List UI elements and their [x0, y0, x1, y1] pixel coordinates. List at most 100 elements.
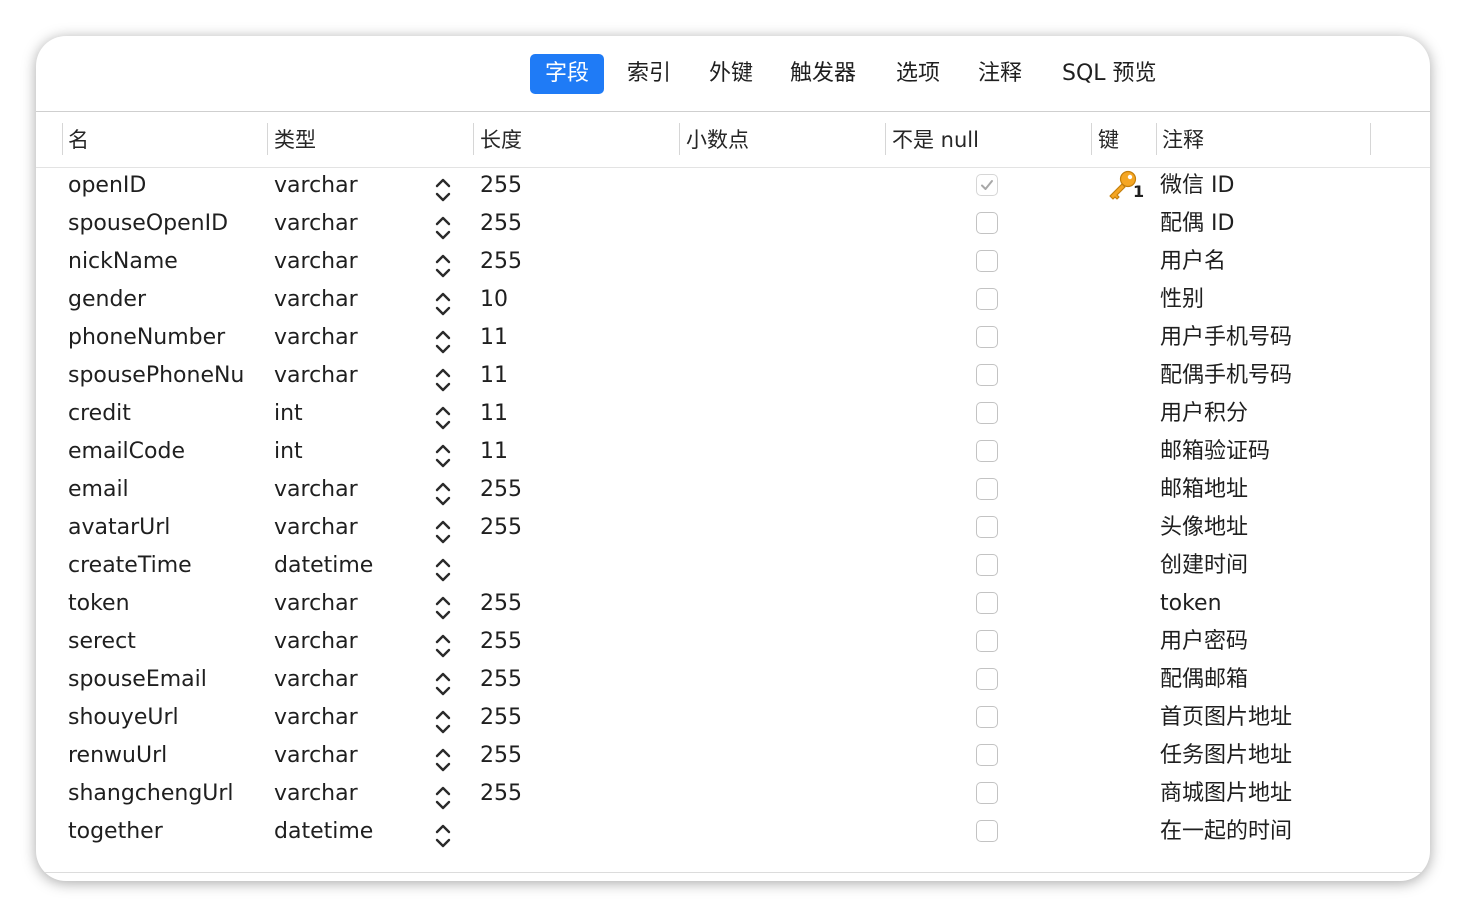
- type-select-chevron-icon[interactable]: [434, 291, 452, 317]
- column-header-key[interactable]: 键: [1098, 125, 1119, 155]
- field-type-cell[interactable]: varchar: [274, 471, 424, 509]
- field-length-cell[interactable]: 255: [480, 737, 660, 775]
- field-comment-cell[interactable]: 商城图片地址: [1160, 775, 1400, 813]
- table-row[interactable]: openID varchar 255 1 微信 ID: [36, 167, 1430, 205]
- not-null-checkbox[interactable]: [976, 820, 998, 842]
- table-row[interactable]: spousePhoneNu varchar 11 配偶手机号码: [36, 357, 1430, 395]
- field-comment-cell[interactable]: 邮箱地址: [1160, 471, 1400, 509]
- column-header-type[interactable]: 类型: [274, 125, 316, 155]
- field-length-cell[interactable]: 11: [480, 357, 660, 395]
- field-type-cell[interactable]: int: [274, 433, 424, 471]
- tab-indexes[interactable]: 索引: [612, 54, 686, 94]
- field-length-cell[interactable]: 255: [480, 661, 660, 699]
- field-comment-cell[interactable]: 邮箱验证码: [1160, 433, 1400, 471]
- field-length-cell[interactable]: 255: [480, 205, 660, 243]
- column-header-not-null[interactable]: 不是 null: [892, 125, 979, 155]
- field-name-cell[interactable]: spousePhoneNu: [68, 357, 268, 395]
- field-name-cell[interactable]: gender: [68, 281, 268, 319]
- field-comment-cell[interactable]: 用户密码: [1160, 623, 1400, 661]
- field-comment-cell[interactable]: 配偶 ID: [1160, 205, 1400, 243]
- tab-comment[interactable]: 注释: [963, 54, 1037, 94]
- field-type-cell[interactable]: varchar: [274, 623, 424, 661]
- tab-foreign-keys[interactable]: 外键: [694, 54, 768, 94]
- column-header-decimals[interactable]: 小数点: [686, 125, 749, 155]
- not-null-checkbox[interactable]: [976, 288, 998, 310]
- field-type-cell[interactable]: varchar: [274, 243, 424, 281]
- field-comment-cell[interactable]: 用户手机号码: [1160, 319, 1400, 357]
- field-type-cell[interactable]: varchar: [274, 737, 424, 775]
- field-name-cell[interactable]: spouseOpenID: [68, 205, 268, 243]
- field-type-cell[interactable]: varchar: [274, 319, 424, 357]
- field-type-cell[interactable]: varchar: [274, 585, 424, 623]
- column-header-comment[interactable]: 注释: [1162, 125, 1204, 155]
- field-comment-cell[interactable]: 头像地址: [1160, 509, 1400, 547]
- field-comment-cell[interactable]: 配偶手机号码: [1160, 357, 1400, 395]
- type-select-chevron-icon[interactable]: [434, 481, 452, 507]
- field-name-cell[interactable]: shouyeUrl: [68, 699, 268, 737]
- field-type-cell[interactable]: varchar: [274, 509, 424, 547]
- table-row[interactable]: together datetime 在一起的时间: [36, 813, 1430, 851]
- type-select-chevron-icon[interactable]: [434, 633, 452, 659]
- type-select-chevron-icon[interactable]: [434, 443, 452, 469]
- table-row[interactable]: token varchar 255 token: [36, 585, 1430, 623]
- not-null-checkbox[interactable]: [976, 402, 998, 424]
- type-select-chevron-icon[interactable]: [434, 823, 452, 849]
- table-row[interactable]: spouseEmail varchar 255 配偶邮箱: [36, 661, 1430, 699]
- field-name-cell[interactable]: avatarUrl: [68, 509, 268, 547]
- type-select-chevron-icon[interactable]: [434, 253, 452, 279]
- field-length-cell[interactable]: 255: [480, 585, 660, 623]
- table-row[interactable]: email varchar 255 邮箱地址: [36, 471, 1430, 509]
- table-row[interactable]: spouseOpenID varchar 255 配偶 ID: [36, 205, 1430, 243]
- field-name-cell[interactable]: token: [68, 585, 268, 623]
- not-null-checkbox[interactable]: [976, 364, 998, 386]
- type-select-chevron-icon[interactable]: [434, 519, 452, 545]
- tab-options[interactable]: 选项: [881, 54, 955, 94]
- field-comment-cell[interactable]: 配偶邮箱: [1160, 661, 1400, 699]
- table-row[interactable]: avatarUrl varchar 255 头像地址: [36, 509, 1430, 547]
- field-length-cell[interactable]: 255: [480, 775, 660, 813]
- field-comment-cell[interactable]: token: [1160, 585, 1400, 623]
- field-length-cell[interactable]: 255: [480, 623, 660, 661]
- field-type-cell[interactable]: varchar: [274, 699, 424, 737]
- field-length-cell[interactable]: 11: [480, 395, 660, 433]
- table-row[interactable]: renwuUrl varchar 255 任务图片地址: [36, 737, 1430, 775]
- tab-sql-preview[interactable]: SQL 预览: [1047, 54, 1172, 94]
- field-name-cell[interactable]: nickName: [68, 243, 268, 281]
- type-select-chevron-icon[interactable]: [434, 329, 452, 355]
- tab-triggers[interactable]: 触发器: [775, 54, 871, 94]
- table-row[interactable]: nickName varchar 255 用户名: [36, 243, 1430, 281]
- field-length-cell[interactable]: 255: [480, 471, 660, 509]
- not-null-checkbox[interactable]: [976, 478, 998, 500]
- not-null-checkbox[interactable]: [976, 744, 998, 766]
- field-name-cell[interactable]: phoneNumber: [68, 319, 268, 357]
- field-name-cell[interactable]: createTime: [68, 547, 268, 585]
- not-null-checkbox[interactable]: [976, 782, 998, 804]
- type-select-chevron-icon[interactable]: [434, 785, 452, 811]
- tab-fields[interactable]: 字段: [530, 54, 605, 94]
- field-name-cell[interactable]: email: [68, 471, 268, 509]
- not-null-checkbox[interactable]: [976, 668, 998, 690]
- not-null-checkbox[interactable]: [976, 212, 998, 234]
- field-type-cell[interactable]: varchar: [274, 205, 424, 243]
- field-comment-cell[interactable]: 创建时间: [1160, 547, 1400, 585]
- type-select-chevron-icon[interactable]: [434, 671, 452, 697]
- type-select-chevron-icon[interactable]: [434, 709, 452, 735]
- not-null-checkbox[interactable]: [976, 250, 998, 272]
- table-row[interactable]: shangchengUrl varchar 255 商城图片地址: [36, 775, 1430, 813]
- field-type-cell[interactable]: datetime: [274, 547, 424, 585]
- type-select-chevron-icon[interactable]: [434, 747, 452, 773]
- table-row[interactable]: gender varchar 10 性别: [36, 281, 1430, 319]
- field-name-cell[interactable]: credit: [68, 395, 268, 433]
- type-select-chevron-icon[interactable]: [434, 405, 452, 431]
- field-length-cell[interactable]: 10: [480, 281, 660, 319]
- field-length-cell[interactable]: 11: [480, 433, 660, 471]
- type-select-chevron-icon[interactable]: [434, 215, 452, 241]
- column-header-length[interactable]: 长度: [480, 125, 522, 155]
- field-type-cell[interactable]: varchar: [274, 775, 424, 813]
- field-length-cell[interactable]: [480, 813, 660, 851]
- table-row[interactable]: emailCode int 11 邮箱验证码: [36, 433, 1430, 471]
- field-type-cell[interactable]: varchar: [274, 281, 424, 319]
- table-row[interactable]: credit int 11 用户积分: [36, 395, 1430, 433]
- field-type-cell[interactable]: varchar: [274, 661, 424, 699]
- not-null-checkbox[interactable]: [976, 326, 998, 348]
